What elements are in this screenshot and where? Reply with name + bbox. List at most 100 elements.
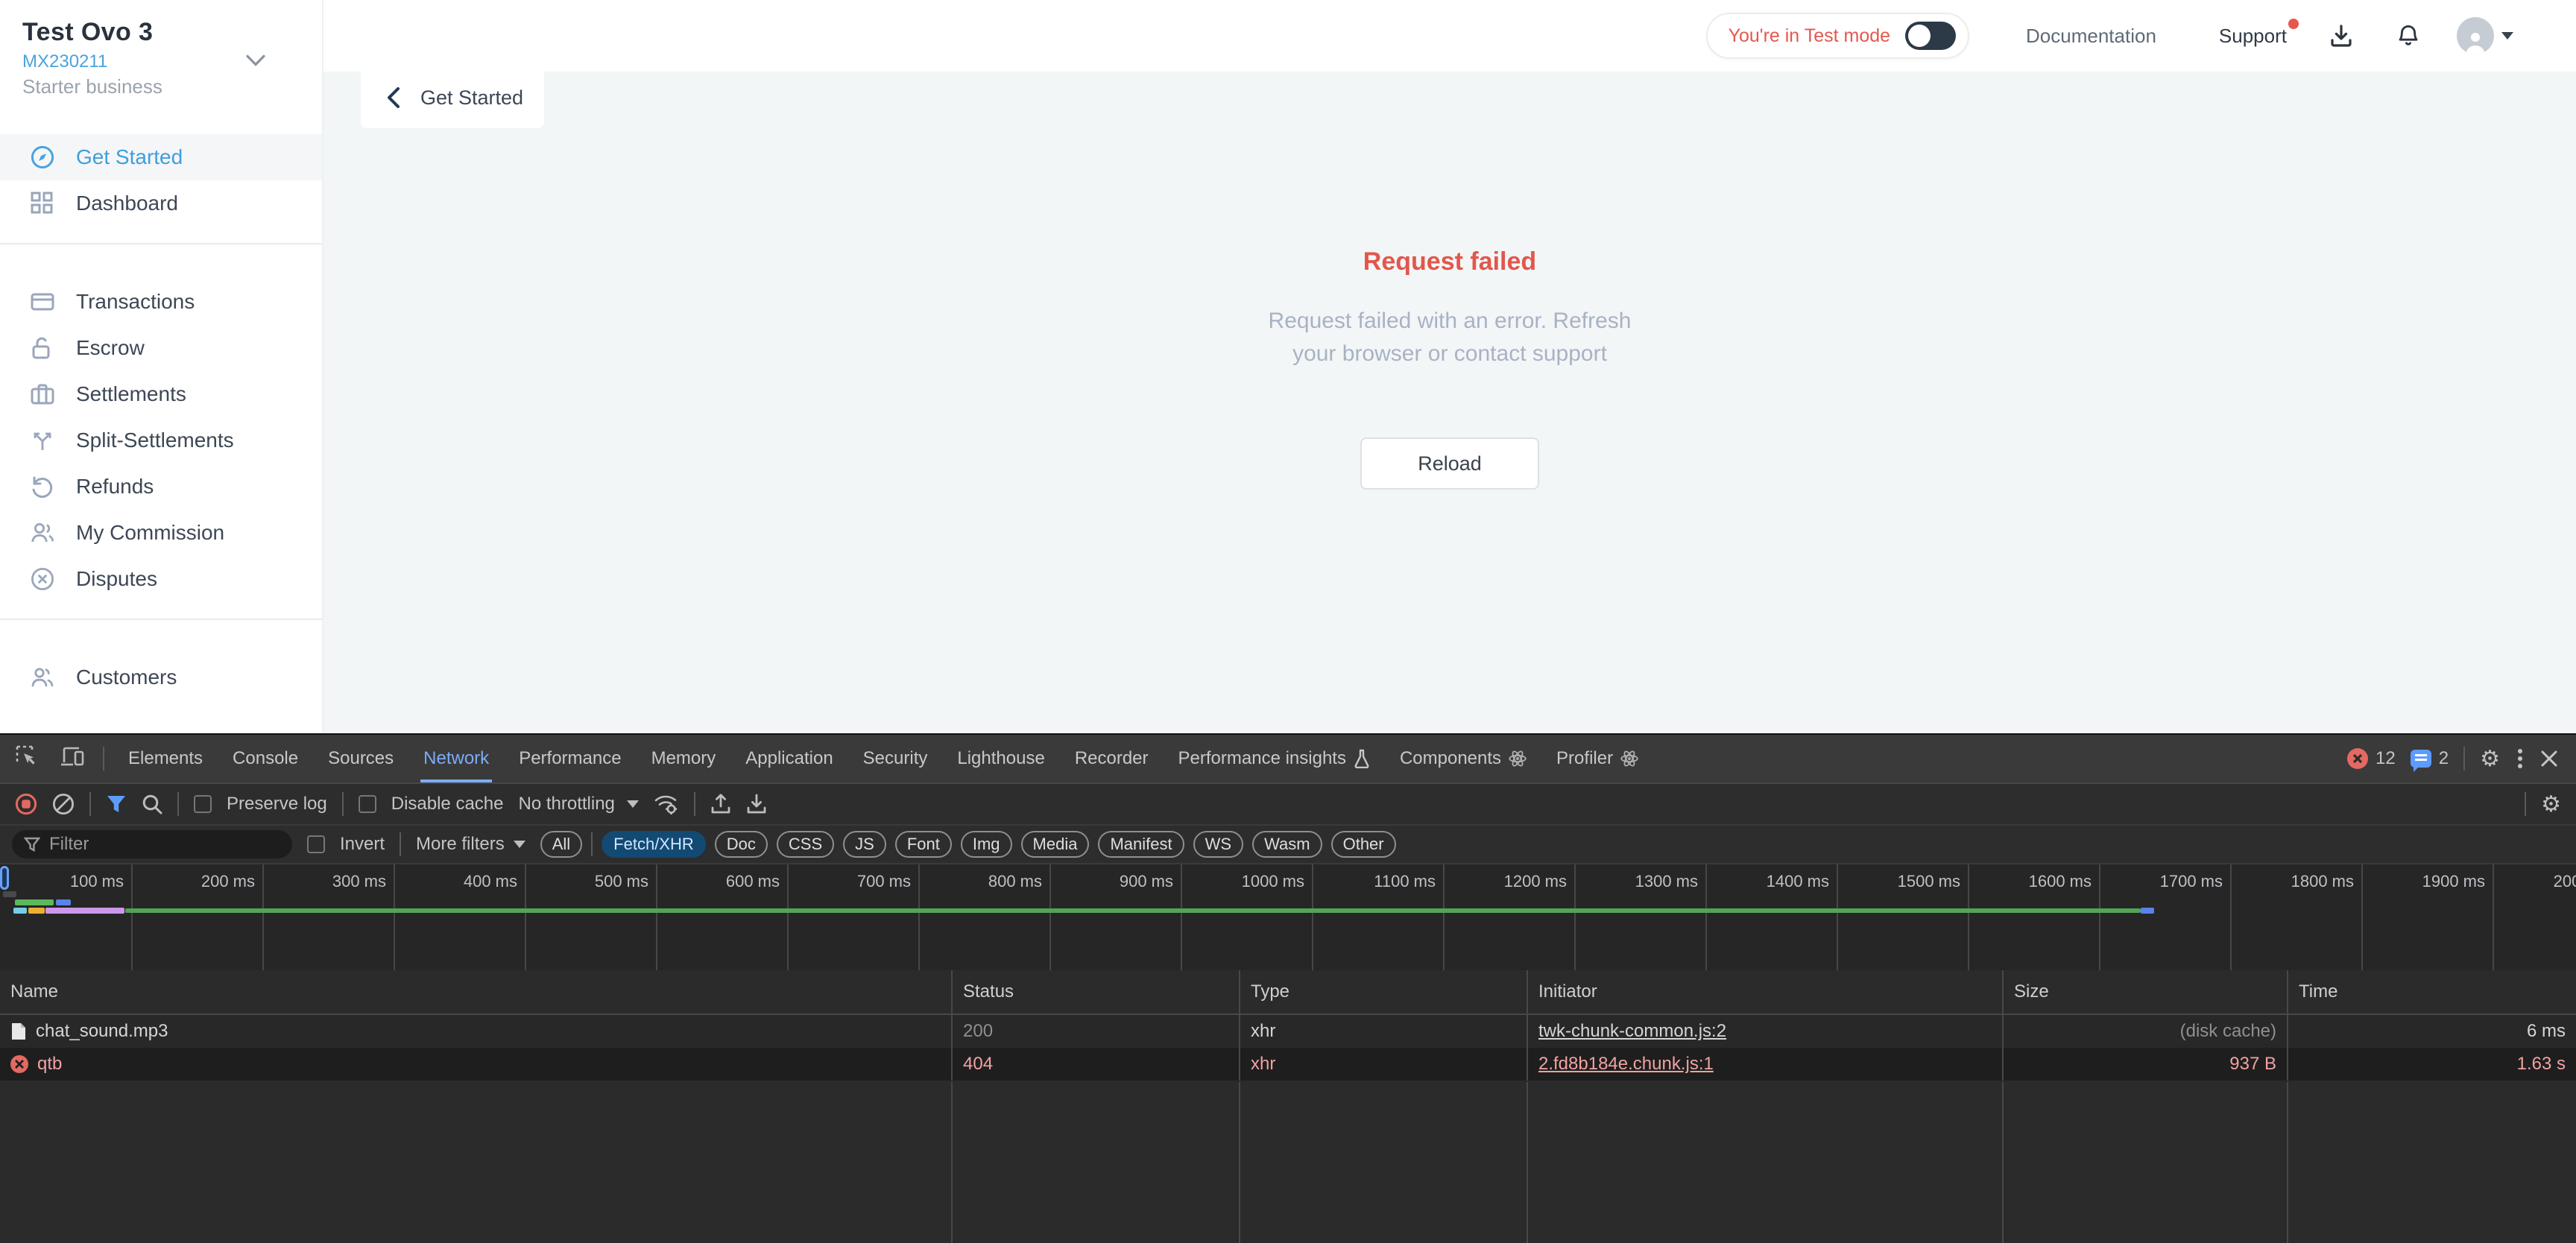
tab-network[interactable]: Network <box>408 735 504 782</box>
disable-cache-checkbox[interactable] <box>359 795 376 813</box>
preserve-log-checkbox[interactable] <box>194 795 212 813</box>
divider <box>89 792 91 816</box>
devtools-settings-gear-icon[interactable]: ⚙ <box>2480 746 2500 772</box>
overview-window-handle[interactable] <box>0 866 9 890</box>
error-block: Request failed Request failed with an er… <box>323 0 2576 490</box>
tab-performance[interactable]: Performance <box>504 735 636 782</box>
disable-cache-label: Disable cache <box>391 794 504 815</box>
chip-wasm[interactable]: Wasm <box>1252 831 1322 858</box>
filter-toggle-icon[interactable] <box>106 794 127 814</box>
main-area: You're in Test mode Documentation Suppor… <box>323 0 2576 733</box>
initiator-link[interactable]: twk-chunk-common.js:2 <box>1538 1021 1726 1042</box>
sidebar-item-disputes[interactable]: Disputes <box>0 556 322 602</box>
tick-label: 800 ms <box>938 872 1042 891</box>
request-type: xhr <box>1240 1015 1528 1048</box>
tick-label: 1300 ms <box>1594 872 1698 891</box>
sidebar-item-my-commission[interactable]: My Commission <box>0 510 322 556</box>
more-filters-label: More filters <box>416 834 505 855</box>
sidebar-item-transactions[interactable]: Transactions <box>0 279 322 325</box>
invert-checkbox[interactable] <box>307 835 325 853</box>
chevron-down-icon[interactable] <box>246 45 265 72</box>
record-network-log-icon[interactable] <box>15 793 37 815</box>
chip-all[interactable]: All <box>540 831 582 858</box>
sidebar-item-get-started[interactable]: Get Started <box>0 134 322 180</box>
tick-label: 1400 ms <box>1725 872 1829 891</box>
export-har-icon[interactable] <box>746 793 767 815</box>
tick-label: 1700 ms <box>2118 872 2223 891</box>
flask-icon <box>1354 749 1370 768</box>
chip-js[interactable]: JS <box>843 831 886 858</box>
tick-label: 1000 ms <box>1200 872 1304 891</box>
request-size: (disk cache) <box>2004 1015 2288 1048</box>
chip-css[interactable]: CSS <box>777 831 834 858</box>
waterfall-bar-long-green <box>125 908 2141 913</box>
more-filters-button[interactable]: More filters <box>416 834 525 855</box>
tab-lighthouse[interactable]: Lighthouse <box>942 735 1059 782</box>
tick-label: 300 ms <box>282 872 386 891</box>
chip-fetch-xhr[interactable]: Fetch/XHR <box>602 831 706 858</box>
column-header-size[interactable]: Size <box>2004 970 2288 1013</box>
waterfall-bar-cyan <box>13 908 27 914</box>
chip-manifest[interactable]: Manifest <box>1098 831 1184 858</box>
devtools-close-icon[interactable] <box>2540 750 2558 768</box>
chip-doc[interactable]: Doc <box>715 831 768 858</box>
sidebar-item-settlements[interactable]: Settlements <box>0 371 322 417</box>
throttling-select[interactable]: No throttling <box>518 794 638 815</box>
reload-button[interactable]: Reload <box>1360 437 1539 490</box>
request-time: 1.63 s <box>2288 1048 2576 1081</box>
table-header-row: Name Status Type Initiator Size Time <box>0 970 2576 1015</box>
column-header-initiator[interactable]: Initiator <box>1528 970 2004 1013</box>
tab-elements[interactable]: Elements <box>113 735 218 782</box>
clear-network-log-icon[interactable] <box>52 793 75 815</box>
tab-application[interactable]: Application <box>730 735 847 782</box>
chip-media[interactable]: Media <box>1021 831 1090 858</box>
tab-recorder[interactable]: Recorder <box>1060 735 1164 782</box>
column-header-status[interactable]: Status <box>953 970 1240 1013</box>
network-conditions-icon[interactable] <box>654 794 679 815</box>
device-toolbar-icon[interactable] <box>60 745 85 773</box>
console-issues-badge[interactable]: 2 <box>2411 748 2449 769</box>
table-row[interactable]: chat_sound.mp3 200 xhr twk-chunk-common.… <box>0 1015 2576 1048</box>
error-icon <box>10 1055 28 1073</box>
sidebar-item-split-settlements[interactable]: Split-Settlements <box>0 417 322 464</box>
workspace-name: Test Ovo 3 <box>22 18 301 47</box>
sidebar-item-refunds[interactable]: Refunds <box>0 464 322 510</box>
tab-performance-insights[interactable]: Performance insights <box>1164 735 1385 782</box>
chip-img[interactable]: Img <box>961 831 1012 858</box>
inspect-element-icon[interactable] <box>15 744 39 774</box>
workspace-switcher[interactable]: Test Ovo 3 MX230211 Starter business <box>0 0 322 98</box>
initiator-link[interactable]: 2.fd8b184e.chunk.js:1 <box>1538 1054 1714 1075</box>
waterfall-bar-gray <box>3 891 16 897</box>
column-header-type[interactable]: Type <box>1240 970 1528 1013</box>
tab-memory[interactable]: Memory <box>637 735 731 782</box>
chip-font[interactable]: Font <box>895 831 952 858</box>
column-header-time[interactable]: Time <box>2288 970 2576 1013</box>
issue-count: 2 <box>2439 748 2449 769</box>
chip-other[interactable]: Other <box>1331 831 1396 858</box>
filter-input[interactable] <box>49 834 280 855</box>
console-errors-badge[interactable]: 12 <box>2347 748 2396 769</box>
divider <box>2525 792 2526 816</box>
tab-components[interactable]: Components <box>1385 735 1541 782</box>
message-bubble-icon <box>2411 750 2431 768</box>
tab-security[interactable]: Security <box>848 735 943 782</box>
column-header-name[interactable]: Name <box>0 970 953 1013</box>
chip-ws[interactable]: WS <box>1193 831 1243 858</box>
tab-profiler[interactable]: Profiler <box>1541 735 1653 782</box>
filter-funnel-icon <box>24 837 40 852</box>
sidebar-item-escrow[interactable]: Escrow <box>0 325 322 371</box>
sidebar-item-customers[interactable]: Customers <box>0 654 322 700</box>
sidebar-item-dashboard[interactable]: Dashboard <box>0 180 322 227</box>
network-settings-gear-icon[interactable]: ⚙ <box>2541 791 2561 817</box>
tab-console[interactable]: Console <box>218 735 313 782</box>
people-icon <box>30 520 55 545</box>
search-icon[interactable] <box>142 794 162 815</box>
import-har-icon[interactable] <box>710 793 731 815</box>
devtools-menu-icon[interactable] <box>2515 746 2525 771</box>
error-icon <box>2347 748 2368 769</box>
sidebar-item-label: Transactions <box>76 290 195 314</box>
tab-sources[interactable]: Sources <box>313 735 408 782</box>
network-overview-timeline[interactable]: 100 ms 200 ms 300 ms 400 ms 500 ms 600 m… <box>0 863 2576 970</box>
table-row[interactable]: qtb 404 xhr 2.fd8b184e.chunk.js:1 937 B … <box>0 1048 2576 1081</box>
briefcase-icon <box>30 382 55 407</box>
